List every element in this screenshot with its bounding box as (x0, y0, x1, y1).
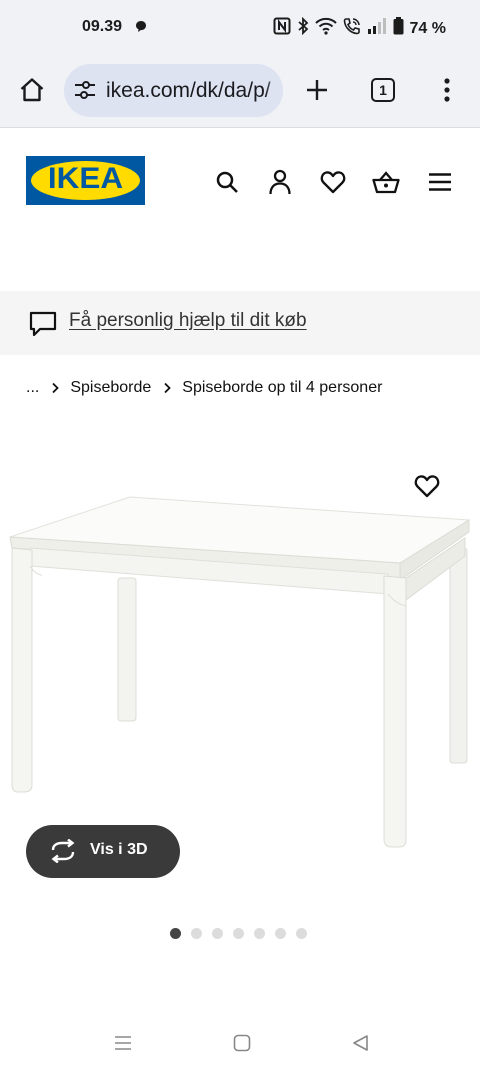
menu-icon (429, 173, 451, 191)
carousel-dot[interactable] (254, 928, 265, 939)
heart-icon (414, 475, 440, 498)
chevron-right-icon (163, 382, 172, 394)
breadcrumb-item[interactable]: Spiseborde (70, 379, 151, 397)
search-button[interactable] (213, 168, 241, 196)
breadcrumb: ... Spiseborde Spiseborde op til 4 perso… (26, 377, 382, 399)
view-in-3d-button[interactable]: Vis i 3D (26, 825, 180, 878)
status-bar: 09.39 74 % (0, 0, 480, 54)
chat-bubble-icon (28, 311, 58, 342)
site-header: IKEA (0, 128, 480, 238)
help-link[interactable]: Få personlig hjælp til dit køb (69, 310, 307, 332)
more-vert-icon (444, 78, 450, 102)
wifi-call-icon (343, 17, 361, 40)
system-nav-bar (0, 1010, 480, 1072)
carousel-dot[interactable] (170, 928, 181, 939)
status-time: 09.39 (82, 18, 123, 35)
ikea-logo[interactable]: IKEA (26, 156, 145, 205)
breadcrumb-item[interactable]: Spiseborde op til 4 personer (182, 379, 382, 397)
view-in-3d-label: Vis i 3D (90, 841, 148, 858)
url-text: ikea.com/dk/da/p/ (106, 79, 271, 102)
chat-notification-icon (135, 20, 147, 38)
carousel-dot[interactable] (296, 928, 307, 939)
carousel-dot[interactable] (275, 928, 286, 939)
site-settings-icon[interactable] (74, 80, 96, 105)
logo-text: IKEA (47, 162, 124, 195)
menu-button[interactable] (426, 168, 454, 196)
search-icon (216, 171, 238, 193)
account-button[interactable] (266, 168, 294, 196)
home-icon (20, 78, 44, 102)
basket-icon (372, 171, 400, 194)
address-bar[interactable]: ikea.com/dk/da/p/ (64, 64, 283, 117)
new-tab-button[interactable] (297, 68, 337, 112)
recents-icon[interactable] (114, 1034, 132, 1057)
save-to-favourites-button[interactable] (411, 471, 443, 501)
home-icon[interactable] (233, 1034, 251, 1057)
battery-percent: 74 % (409, 19, 446, 37)
wifi-icon (314, 17, 337, 40)
tab-count: 1 (371, 78, 395, 102)
signal-icon (367, 17, 387, 40)
chevron-right-icon (51, 382, 60, 394)
account-icon (269, 169, 291, 195)
favourites-button[interactable] (319, 168, 347, 196)
help-banner[interactable]: Få personlig hjælp til dit køb (0, 291, 480, 355)
battery-icon (393, 17, 404, 40)
basket-button[interactable] (372, 168, 400, 196)
nfc-icon (273, 17, 291, 40)
carousel-dot[interactable] (212, 928, 223, 939)
browser-menu-button[interactable] (427, 68, 467, 112)
tab-switcher-button[interactable]: 1 (363, 68, 403, 112)
browser-toolbar: ikea.com/dk/da/p/ 1 (0, 54, 480, 128)
status-icons: 74 % (273, 16, 446, 40)
plus-icon (307, 80, 327, 100)
rotate-3d-icon (49, 838, 77, 868)
carousel-dot[interactable] (233, 928, 244, 939)
home-button[interactable] (12, 68, 52, 112)
carousel-dot[interactable] (191, 928, 202, 939)
carousel-indicator (170, 928, 307, 940)
back-icon[interactable] (352, 1034, 370, 1057)
favourites-icon (320, 171, 346, 194)
breadcrumb-ellipsis[interactable]: ... (26, 379, 39, 397)
bluetooth-icon (297, 16, 309, 40)
